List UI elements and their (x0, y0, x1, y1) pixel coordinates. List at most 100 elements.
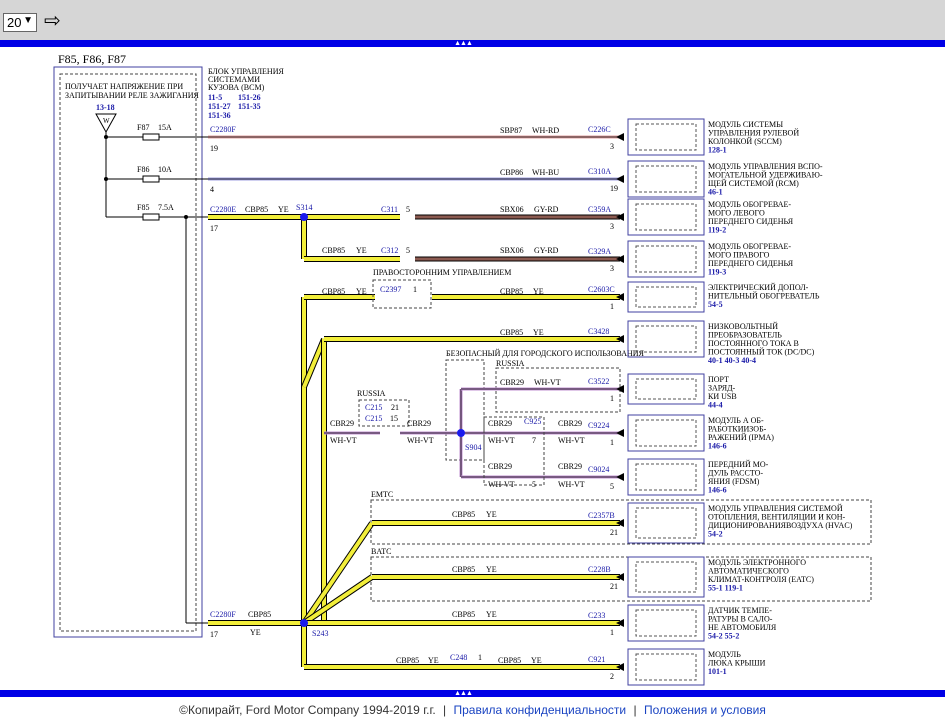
fuse-f86-id: F86 (137, 165, 149, 174)
module-refs: 54-2 (708, 530, 723, 539)
wire-gyrd-a: GY-RD (534, 205, 559, 214)
module-connector: C228B (588, 565, 611, 574)
module-refs: 44-4 (708, 401, 723, 410)
wire-ye-b: YE (356, 246, 367, 255)
c248: C248 (450, 653, 467, 662)
module-pin: 3 (610, 222, 614, 231)
wire-gyrd-b: GY-RD (534, 246, 559, 255)
module-inner (635, 463, 697, 491)
module-connector: C9024 (588, 465, 609, 474)
module-inner (635, 165, 697, 193)
module-name: ДИЦИОНИРОВАНИЯВОЗДУХА (HVAC) (708, 521, 853, 530)
wire-cbr29-g: CBR29 (558, 462, 582, 471)
module-inner (635, 507, 697, 539)
wire-cbp85-h: CBP85 (248, 610, 271, 619)
note-russia-1: RUSSIA (496, 359, 525, 368)
splice-s243-icon (300, 619, 308, 627)
module-pin: 21 (610, 582, 618, 591)
module-pin: 1 (610, 302, 614, 311)
wire-whvt-b: WH-VT (407, 436, 434, 445)
module-refs: 101-1 (708, 667, 727, 676)
collapse-down-icon[interactable]: ▲▲▲ (452, 690, 474, 697)
module-connector: C3522 (588, 377, 609, 386)
collapse-up-icon[interactable]: ▲▲▲ (452, 40, 474, 47)
wiring-diagram: F85, F86, F87 ПОЛУЧАЕТ НАПРЯЖЕНИЕ ПРИ ЗА… (0, 47, 945, 690)
note-batc: BATC (371, 547, 391, 556)
module-refs: 54-2 55-2 (708, 632, 739, 641)
privacy-link[interactable]: Правила конфиденциальности (452, 703, 629, 717)
module-inner (635, 325, 697, 353)
note-emtc: EMTC (371, 490, 393, 499)
c312: C312 (381, 246, 398, 255)
module-pin: 19 (610, 184, 618, 193)
footer: ©Копирайт, Ford Motor Company 1994-2019 … (0, 703, 945, 717)
wire-whvt-g: WH-VT (558, 480, 585, 489)
wire-cbp85-g: CBP85 (452, 565, 475, 574)
wire-ye-d: YE (533, 287, 544, 296)
module-refs: 146-6 (708, 442, 727, 451)
wire-ye-f: YE (486, 510, 497, 519)
wire-cbr29-e: CBR29 (558, 419, 582, 428)
arrow-right-icon[interactable]: ⇨ (44, 11, 61, 31)
c2280f-bottom: C2280F (210, 610, 236, 619)
wire-cbr29-a: CBR29 (330, 419, 354, 428)
bcm-ref-2: 151-26 (238, 93, 261, 102)
wire-cbr29-c: CBR29 (500, 378, 524, 387)
wire-ye-e: YE (533, 328, 544, 337)
wire-sbx06-b: SBX06 (500, 246, 524, 255)
terms-link[interactable]: Положения и условия (642, 703, 768, 717)
c311-pin: 5 (406, 205, 410, 214)
wire-ye-g: YE (486, 565, 497, 574)
fuse-f85-icon (142, 213, 160, 221)
module-refs: 55-1 119-1 (708, 584, 743, 593)
splice-s314: S314 (296, 203, 312, 212)
module-refs: 146-6 (708, 486, 727, 495)
wire-sbp87: SBP87 (500, 126, 522, 135)
module-connector: C2357B (588, 511, 615, 520)
c2280f-bottom-pin: 17 (210, 630, 218, 639)
wire-ye-h: YE (250, 628, 261, 637)
splice-s904-icon (457, 429, 465, 437)
fuse-box-outline (53, 66, 203, 638)
note-rhd: ПРАВОСТОРОННИМ УПРАВЛЕНИЕМ (373, 268, 511, 277)
ignition-area (59, 73, 197, 632)
wire-cbp86: CBP86 (500, 168, 523, 177)
note-russia-2: RUSSIA (357, 389, 386, 398)
footer-separator-1: | (443, 703, 447, 717)
module-pin: 3 (610, 142, 614, 151)
wire-cbp85-k: CBP85 (498, 656, 521, 665)
wire-cbp85-c: CBP85 (322, 287, 345, 296)
fuse-f86-amp: 10A (158, 165, 172, 174)
wiring-diagram-svg: F85, F86, F87 ПОЛУЧАЕТ НАПРЯЖЕНИЕ ПРИ ЗА… (53, 52, 872, 686)
connector-arrow-icon (616, 133, 624, 141)
module-refs: 40-1 40-3 40-4 (708, 356, 756, 365)
fuse-box-title: F85, F86, F87 (58, 52, 126, 66)
module-inner (635, 245, 697, 273)
wire-ye-i: YE (486, 610, 497, 619)
bcm-ref-5: 151-36 (208, 111, 231, 120)
bcm-ref-3: 151-27 (208, 102, 231, 111)
module-inner (635, 419, 697, 447)
c2280f-top-pin: 19 (210, 144, 218, 153)
module-pin: 2 (610, 672, 614, 681)
wire-cbp85-d: CBP85 (500, 287, 523, 296)
wire-cbp85-e: CBP85 (500, 328, 523, 337)
fuse-f87-amp: 15A (158, 123, 172, 132)
fuse-f86-icon (142, 175, 160, 183)
connector-arrow-icon (616, 175, 624, 183)
module-connector: C9224 (588, 421, 609, 430)
module-inner (635, 286, 697, 308)
module-connector: C233 (588, 611, 605, 620)
page-select[interactable]: 20 ▼ (3, 13, 37, 32)
c2280e-pin: 17 (210, 224, 218, 233)
fuse-f87-id: F87 (137, 123, 149, 132)
module-connector: C310A (588, 167, 611, 176)
module-connector: C329A (588, 247, 611, 256)
module-box (627, 556, 705, 598)
module-pin: 5 (610, 482, 614, 491)
bcm-title-3: КУЗОВА (BCM) (208, 83, 265, 92)
wire-cbp86-color: WH-BU (532, 168, 559, 177)
module-pin: 1 (610, 394, 614, 403)
toolbar: 20 ▼ ⇨ (0, 0, 945, 40)
c2397-pin: 1 (413, 285, 417, 294)
